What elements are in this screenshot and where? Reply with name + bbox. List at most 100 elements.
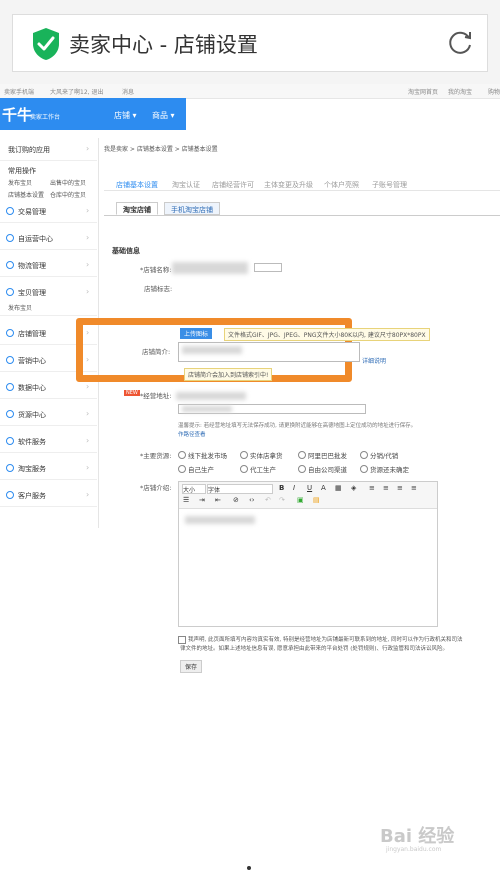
sidebar-item-software[interactable]: 软件服务 › — [0, 430, 97, 453]
new-badge: NEW — [124, 390, 140, 396]
quick-shop-settings[interactable]: 店铺基本设置 — [8, 190, 44, 199]
font-face-select[interactable]: 字体 — [207, 484, 273, 494]
subtab-mobile-store[interactable]: 手机淘宝店铺 — [164, 202, 220, 215]
agreement-text-2: 律文件的地址。如果上述地址信息有误, 愿意承担由此带来的平台处罚 (处罚规则)、… — [180, 646, 449, 652]
radio-undecided[interactable]: 货源还未确定 — [360, 464, 409, 474]
breadcrumb: 我是卖家 > 店铺基本设置 > 店铺基本设置 — [104, 146, 218, 153]
font-size-select[interactable]: 大小 — [182, 484, 206, 494]
align-center-icon[interactable]: ≡ — [383, 484, 389, 492]
goods-icon — [6, 288, 14, 296]
radio-icon — [178, 451, 186, 459]
brand-bar: 千牛 卖家工作台 店铺 ▾ 商品 ▾ — [0, 98, 186, 130]
detail-link[interactable]: 详细说明 — [362, 356, 386, 365]
shield-check-icon — [33, 28, 59, 60]
underline-icon[interactable]: U — [307, 484, 312, 492]
radio-alibaba[interactable]: 阿里巴巴批发 — [298, 450, 347, 460]
quick-warehouse[interactable]: 仓库中的宝贝 — [50, 190, 86, 199]
tab-sub-accounts[interactable]: 子账号管理 — [372, 180, 407, 190]
sidebar-my-apps[interactable]: 我订购的应用 › — [0, 138, 97, 161]
subtab-taobao-store[interactable]: 淘宝店铺 — [116, 202, 158, 215]
radio-own-channel[interactable]: 自由公司渠道 — [298, 464, 347, 474]
section-basic-info: 基础信息 — [112, 247, 140, 255]
shop-intro-label: *店铺介绍: — [140, 484, 172, 492]
radio-offline-market[interactable]: 线下批发市场 — [178, 450, 227, 460]
italic-icon[interactable]: I — [293, 484, 295, 492]
shop-icon — [6, 329, 14, 337]
shop-name-input[interactable] — [254, 263, 282, 272]
truck-icon — [6, 261, 14, 269]
index-tip: 店铺简介会加入到店铺索引中! — [184, 368, 273, 381]
address-value-2 — [182, 406, 232, 412]
sidebar-item-supply[interactable]: 货源中心 › — [0, 403, 97, 426]
sidebar-item-customer-service[interactable]: 客户服务 › — [0, 484, 97, 507]
settings-tabs: 店铺基本设置 淘宝认证 店铺经营许可 主体变更及升级 个体户亮照 子账号管理 — [104, 174, 500, 191]
user-logout-link[interactable]: 大风来了啊12, 退出 — [50, 87, 103, 96]
undo-icon[interactable]: ↶ — [265, 496, 271, 504]
align-right-icon[interactable]: ≡ — [397, 484, 403, 492]
address-tip-link[interactable]: 作路径查看 — [178, 430, 206, 438]
nav-goods[interactable]: 商品 ▾ — [152, 110, 175, 121]
radio-icon — [240, 465, 248, 473]
table-icon[interactable]: ▦ — [335, 484, 342, 492]
rich-text-editor[interactable]: 大小 字体 B I U A ▦ ◈ ≡ ≡ ≡ ≡ ☰ ⇥ ⇤ ⊘ ‹› ↶ ↷… — [178, 481, 438, 627]
radio-self-produce[interactable]: 自己生产 — [178, 464, 214, 474]
page-indicator-dot — [247, 866, 251, 870]
quick-on-sale[interactable]: 出售中的宝贝 — [50, 178, 86, 187]
my-taobao-link[interactable]: 我的淘宝 — [448, 87, 472, 96]
sidebar-item-taobao-service[interactable]: 淘宝服务 › — [0, 457, 97, 480]
indent-icon[interactable]: ⇥ — [199, 496, 205, 504]
agreement-text: 我声明, 此页面所填写内容均真实有效, 特别是经营地址为店铺最新可联系到的地址,… — [188, 637, 463, 643]
customer-icon — [6, 491, 14, 499]
message-link[interactable]: 消息 — [122, 87, 134, 96]
image-icon[interactable]: ▣ — [297, 496, 304, 504]
link-icon[interactable]: ⊘ — [233, 496, 239, 504]
tab-individual-license[interactable]: 个体户亮照 — [324, 180, 359, 190]
tab-taobao-auth[interactable]: 淘宝认证 — [172, 180, 200, 190]
bold-icon[interactable]: B — [279, 484, 284, 492]
radio-oem[interactable]: 代工生产 — [240, 464, 276, 474]
upload-logo-button[interactable]: 上传图标 — [180, 328, 213, 339]
address-label: *经营地址: — [140, 392, 172, 400]
intro-value — [182, 346, 242, 354]
ordered-list-icon[interactable]: ☰ — [183, 496, 189, 504]
justify-icon[interactable]: ≡ — [411, 484, 417, 492]
sidebar-item-goods[interactable]: 宝贝管理 › 发布宝贝 — [0, 281, 97, 316]
agreement-checkbox[interactable] — [178, 636, 186, 644]
outdent-icon[interactable]: ⇤ — [215, 496, 221, 504]
align-left-icon[interactable]: ≡ — [369, 484, 375, 492]
seller-mobile-link[interactable]: 卖家手机端 — [4, 87, 34, 96]
save-button[interactable]: 保存 — [180, 660, 203, 673]
sidebar-item-self-operation[interactable]: 自运营中心 › — [0, 227, 97, 250]
fill-color-icon[interactable]: ◈ — [351, 484, 356, 492]
radio-distribution[interactable]: 分销/代销 — [360, 450, 398, 460]
redo-icon[interactable]: ↷ — [279, 496, 285, 504]
source-icon[interactable]: ‹› — [249, 496, 255, 504]
cart-link[interactable]: 购物车 — [488, 87, 500, 96]
media-icon[interactable]: ▤ — [313, 496, 320, 504]
baidu-watermark: Bai 经验 — [380, 826, 455, 847]
radio-icon — [360, 451, 368, 459]
address-tip: 温馨提示: 若经营地址填写无法保存成功, 请更换附近能够在高德地图上定位成功的地… — [178, 423, 417, 429]
tab-subject-change[interactable]: 主体变更及升级 — [264, 180, 313, 190]
sidebar-item-trade[interactable]: 交易管理 › — [0, 200, 97, 223]
tab-basic-settings[interactable]: 店铺基本设置 — [116, 180, 158, 190]
address-value-1 — [176, 392, 246, 400]
marketing-icon — [6, 356, 14, 364]
chevron-right-icon: › — [86, 287, 90, 296]
font-color-icon[interactable]: A — [321, 484, 326, 492]
tab-license[interactable]: 店铺经营许可 — [212, 180, 254, 190]
chevron-right-icon: › — [86, 490, 90, 499]
baidu-watermark-url: jingyan.baidu.com — [386, 846, 442, 853]
subtab-divider — [104, 215, 500, 216]
taobao-home-link[interactable]: 淘宝网首页 — [408, 87, 438, 96]
radio-icon — [298, 451, 306, 459]
chevron-right-icon: › — [86, 144, 90, 153]
editor-content — [185, 516, 255, 524]
nav-shop[interactable]: 店铺 ▾ — [114, 110, 137, 121]
common-ops-heading: 常用操作 — [8, 167, 36, 175]
refresh-icon[interactable] — [447, 28, 475, 56]
quick-publish[interactable]: 发布宝贝 — [8, 178, 32, 187]
goods-publish-link[interactable]: 发布宝贝 — [8, 303, 32, 312]
sidebar-item-logistics[interactable]: 物流管理 › — [0, 254, 97, 277]
radio-store-pickup[interactable]: 实体店拿货 — [240, 450, 283, 460]
